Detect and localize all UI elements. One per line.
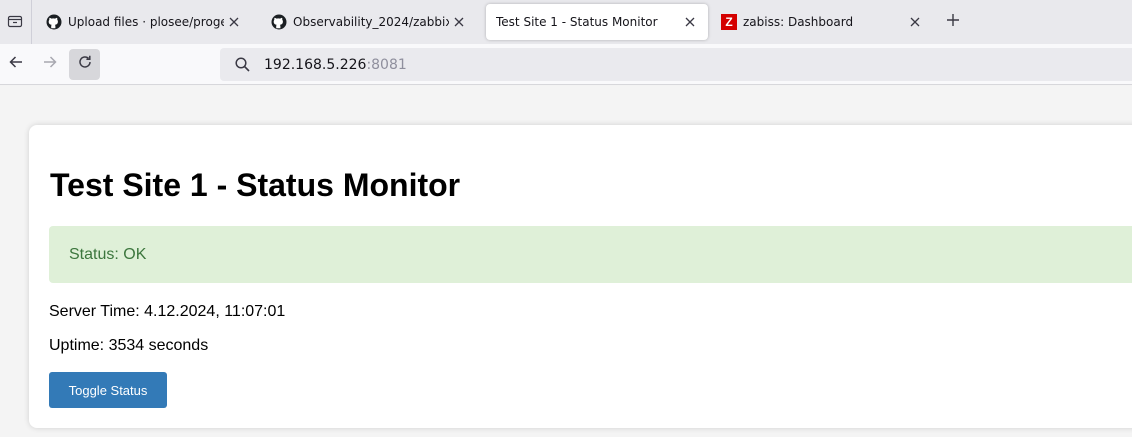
page-viewport: Test Site 1 - Status Monitor Status: OK …: [0, 86, 1132, 437]
url-port: :8081: [366, 56, 407, 73]
tab-upload-files[interactable]: Upload files · plosee/proge-arhi: [38, 4, 250, 40]
github-icon: [46, 14, 62, 30]
plus-icon: [946, 13, 960, 32]
arrow-right-icon: [42, 54, 58, 75]
zabbix-icon: Z: [721, 14, 737, 30]
tab-list-icon: [7, 13, 23, 34]
status-badge: Status: OK: [49, 226, 1132, 283]
tab-zabbix-dashboard[interactable]: Z zabiss: Dashboard: [713, 4, 931, 40]
toggle-status-button[interactable]: Toggle Status: [49, 372, 167, 408]
github-icon: [271, 14, 287, 30]
search-icon: [220, 57, 264, 72]
tab-title: Test Site 1 - Status Monitor: [496, 15, 658, 29]
forward-button[interactable]: [34, 49, 65, 80]
url-host: 192.168.5.226: [264, 56, 367, 73]
tab-close-icon[interactable]: [907, 14, 923, 30]
page-title: Test Site 1 - Status Monitor: [50, 167, 461, 203]
url-text: 192.168.5.226:8081: [264, 57, 407, 73]
tab-title: Observability_2024/zabbix-setu: [293, 15, 449, 29]
navigation-bar: 192.168.5.226:8081: [0, 44, 1132, 85]
server-time: Server Time: 4.12.2024, 11:07:01: [49, 303, 286, 320]
back-button[interactable]: [0, 49, 31, 80]
tab-title: Upload files · plosee/proge-arhi: [68, 15, 224, 29]
status-card: Test Site 1 - Status Monitor Status: OK …: [29, 125, 1132, 428]
tab-close-icon[interactable]: [682, 14, 698, 30]
tab-close-icon[interactable]: [226, 14, 242, 30]
tab-strip: Upload files · plosee/proge-arhi Observa…: [0, 0, 1132, 44]
tab-separator: [31, 0, 32, 44]
status-text: Status: OK: [69, 245, 147, 263]
reload-button[interactable]: [69, 49, 100, 80]
tab-observability[interactable]: Observability_2024/zabbix-setu: [263, 4, 475, 40]
reload-icon: [77, 54, 93, 75]
tab-list-button[interactable]: [0, 8, 30, 38]
arrow-left-icon: [8, 54, 24, 75]
uptime: Uptime: 3534 seconds: [49, 337, 209, 354]
tab-title: zabiss: Dashboard: [743, 15, 854, 29]
tab-status-monitor[interactable]: Test Site 1 - Status Monitor: [486, 4, 708, 40]
address-bar[interactable]: 192.168.5.226:8081: [220, 48, 1132, 81]
tab-close-icon[interactable]: [451, 14, 467, 30]
new-tab-button[interactable]: [942, 11, 964, 33]
